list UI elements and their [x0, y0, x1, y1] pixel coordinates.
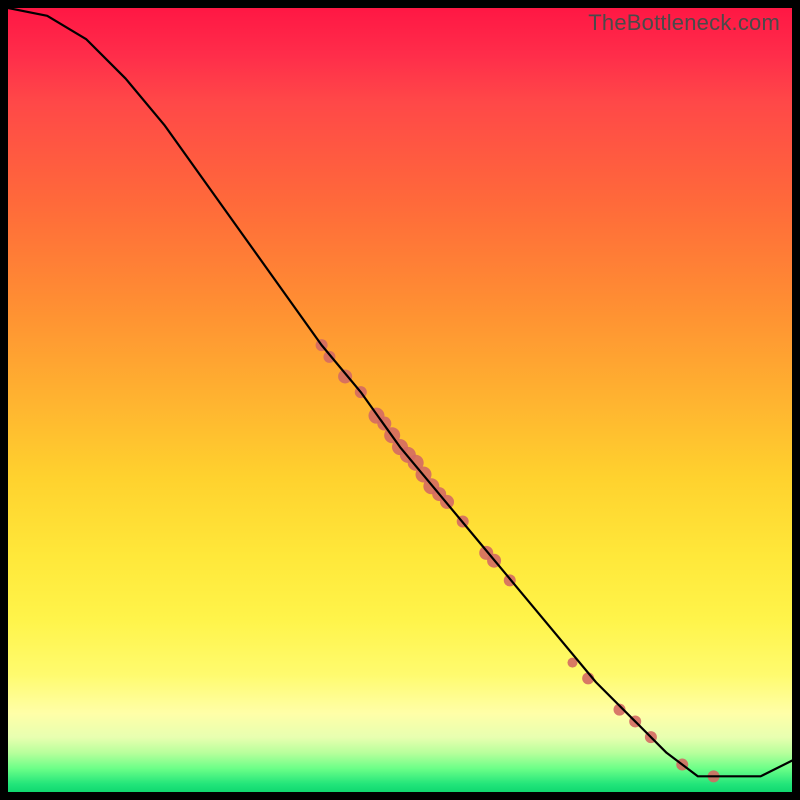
chart-curve [8, 8, 792, 776]
chart-points-layer [316, 339, 720, 782]
chart-overlay [8, 8, 792, 792]
chart-point [338, 369, 352, 383]
chart-plot-area: TheBottleneck.com [8, 8, 792, 792]
chart-frame: TheBottleneck.com [0, 0, 800, 800]
